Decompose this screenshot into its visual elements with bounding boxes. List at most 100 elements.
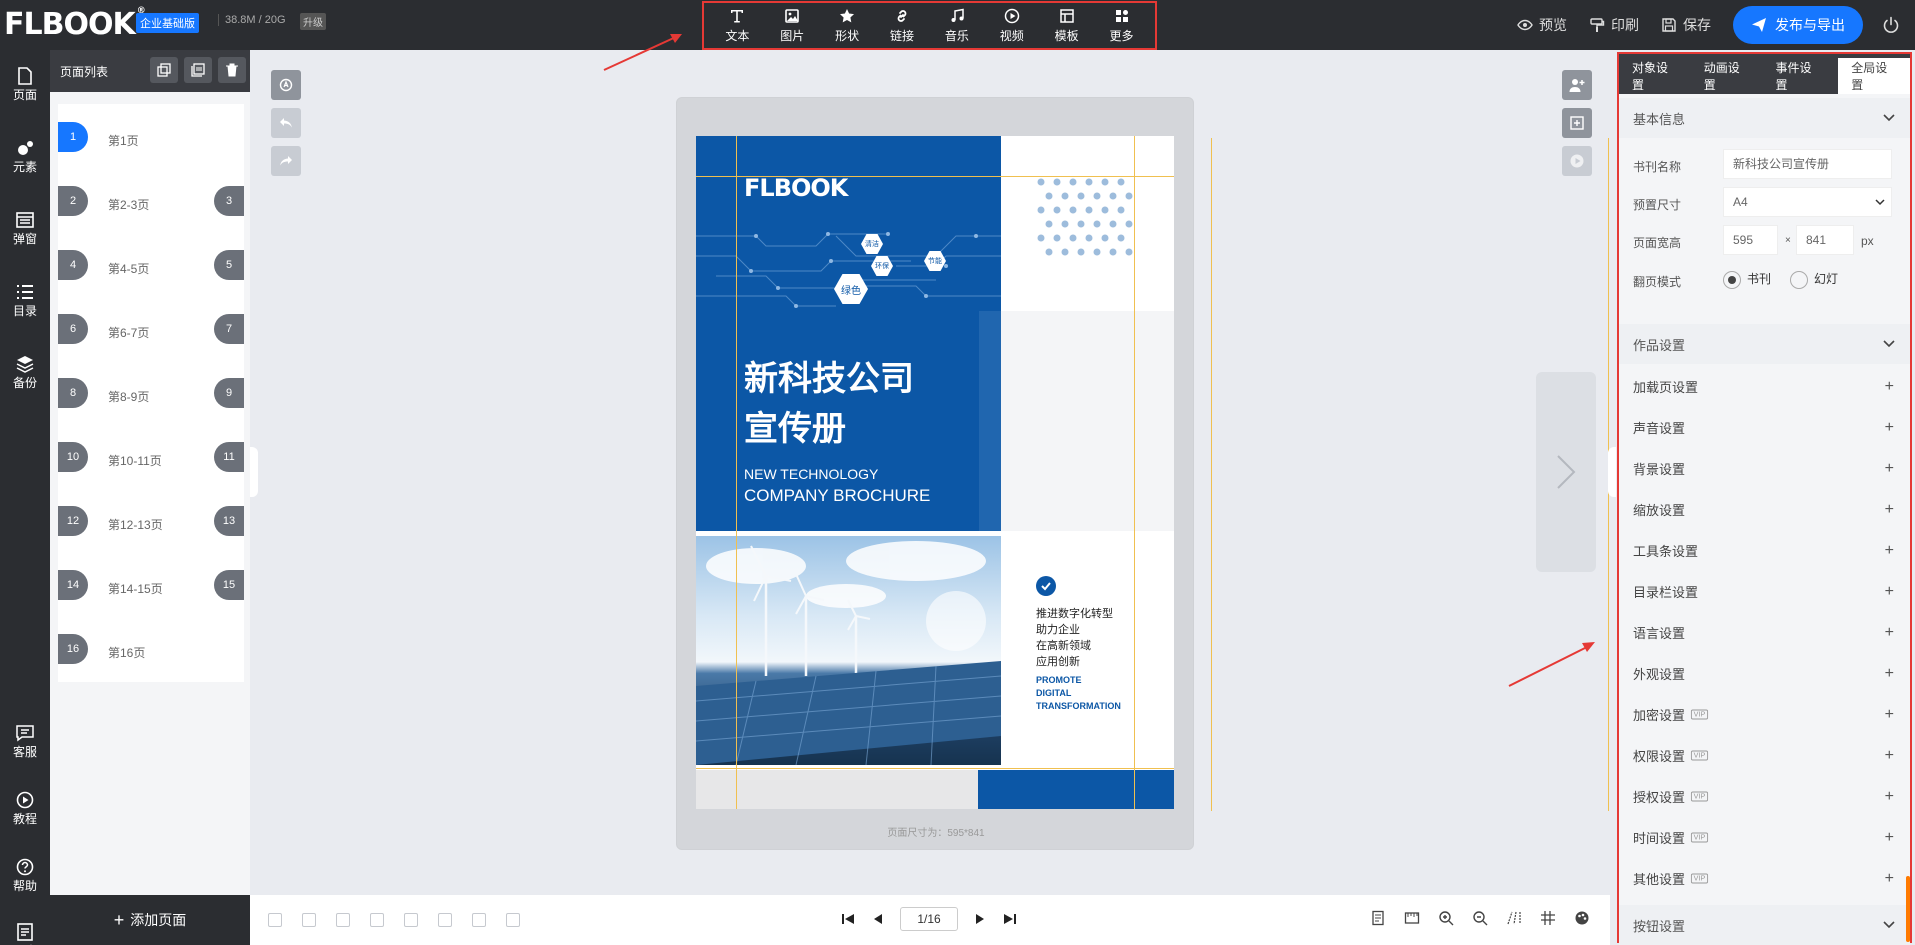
- page-settings-button[interactable]: [1562, 108, 1592, 138]
- section-work-settings[interactable]: 作品设置: [1619, 324, 1910, 364]
- tab-animation-settings[interactable]: 动画设置: [1691, 58, 1763, 94]
- page-number-input[interactable]: 1/16: [900, 907, 958, 931]
- grid-icon[interactable]: [1540, 910, 1556, 926]
- auto-layout-button[interactable]: [271, 70, 301, 100]
- tool-image[interactable]: 图片: [767, 7, 817, 44]
- zoom-in-icon[interactable]: [1438, 910, 1454, 926]
- align-top-icon[interactable]: [336, 913, 350, 927]
- tool-video[interactable]: 视频: [987, 7, 1037, 44]
- page-card-1[interactable]: 1 第1页: [58, 104, 244, 170]
- power-icon[interactable]: [1881, 15, 1901, 35]
- cover-page[interactable]: 绿色 环保 清洁 节能 FLBOOK 新科技公司 宣传册 NEW TECHNOL…: [696, 136, 1174, 809]
- first-page-icon[interactable]: [840, 911, 856, 927]
- nav-log[interactable]: 日志: [0, 912, 50, 945]
- guide-toggle-icon[interactable]: [1506, 910, 1522, 926]
- delete-page-button[interactable]: [218, 57, 246, 83]
- nav-service[interactable]: 客服: [0, 713, 50, 769]
- page-card-6-7[interactable]: 6 第6-7页 7: [58, 296, 244, 362]
- nav-popup[interactable]: 弹窗: [0, 200, 50, 256]
- book-name-input[interactable]: 新科技公司宣传册: [1723, 149, 1892, 179]
- setting-row[interactable]: 语言设置 +: [1619, 612, 1910, 653]
- list-icon: [16, 282, 34, 302]
- document-icon[interactable]: [1370, 910, 1386, 926]
- undo-button[interactable]: [271, 108, 301, 138]
- page-card-14-15[interactable]: 14 第14-15页 15: [58, 552, 244, 618]
- duplicate-page-button[interactable]: [184, 57, 212, 83]
- tab-global-settings[interactable]: 全局设置: [1838, 58, 1910, 94]
- setting-row[interactable]: 时间设置 VIP +: [1619, 817, 1910, 858]
- right-panel-collapse-handle[interactable]: [1608, 447, 1616, 497]
- plus-icon: +: [1884, 419, 1894, 436]
- tab-event-settings[interactable]: 事件设置: [1763, 58, 1835, 94]
- add-page-button[interactable]: + 添加页面: [50, 895, 250, 945]
- preset-size-select[interactable]: A4: [1723, 187, 1892, 217]
- tool-more[interactable]: 更多: [1097, 7, 1147, 44]
- setting-row[interactable]: 授权设置 VIP +: [1619, 776, 1910, 817]
- setting-row[interactable]: 权限设置 VIP +: [1619, 735, 1910, 776]
- distribute-h-icon[interactable]: [472, 913, 486, 927]
- nav-help[interactable]: 帮助: [0, 847, 50, 903]
- align-left-icon[interactable]: [268, 913, 282, 927]
- nav-tutorial[interactable]: 教程: [0, 780, 50, 836]
- nav-backup[interactable]: 备份: [0, 344, 50, 400]
- cover-title-en1: NEW TECHNOLOGY: [744, 466, 879, 482]
- nav-elements[interactable]: 元素: [0, 128, 50, 184]
- section-basic-info[interactable]: 基本信息: [1619, 98, 1910, 138]
- page-card-8-9[interactable]: 8 第8-9页 9: [58, 360, 244, 426]
- editor-canvas: 绿色 环保 清洁 节能 FLBOOK 新科技公司 宣传册 NEW TECHNOL…: [258, 50, 1610, 895]
- tool-link[interactable]: 链接: [877, 7, 927, 44]
- page-card-2-3[interactable]: 2 第2-3页 3: [58, 168, 244, 234]
- zoom-out-icon[interactable]: [1472, 910, 1488, 926]
- page-card-12-13[interactable]: 12 第12-13页 13: [58, 488, 244, 554]
- play-preview-button[interactable]: [1562, 146, 1592, 176]
- nav-pages[interactable]: 页面: [0, 56, 50, 112]
- height-input[interactable]: 841: [1796, 225, 1854, 255]
- redo-button[interactable]: [271, 146, 301, 176]
- copy-page-button[interactable]: [150, 57, 178, 83]
- setting-label: 工具条设置: [1633, 544, 1699, 559]
- save-button[interactable]: 保存: [1661, 15, 1711, 35]
- setting-row[interactable]: 其他设置 VIP +: [1619, 858, 1910, 899]
- setting-label: 其他设置: [1633, 872, 1686, 887]
- section-button-settings[interactable]: 按钮设置: [1619, 905, 1910, 945]
- align-right-icon[interactable]: [302, 913, 316, 927]
- last-page-icon[interactable]: [1002, 911, 1018, 927]
- page-card-4-5[interactable]: 4 第4-5页 5: [58, 232, 244, 298]
- setting-row[interactable]: 声音设置 +: [1619, 407, 1910, 448]
- ruler-icon[interactable]: [1404, 910, 1420, 926]
- add-collaborator-button[interactable]: [1562, 70, 1592, 100]
- width-input[interactable]: 595: [1723, 225, 1778, 255]
- setting-row[interactable]: 加载页设置 +: [1619, 366, 1910, 407]
- print-button[interactable]: 印刷: [1589, 15, 1639, 35]
- page-card-16[interactable]: 16 第16页: [58, 616, 244, 682]
- mode-book-radio[interactable]: 书刊: [1723, 270, 1771, 289]
- app-logo[interactable]: FLBOOK ®: [4, 6, 146, 42]
- align-bottom-icon[interactable]: [370, 913, 384, 927]
- tool-shape[interactable]: 形状: [822, 7, 872, 44]
- setting-row[interactable]: 背景设置 +: [1619, 448, 1910, 489]
- setting-row[interactable]: 缩放设置 +: [1619, 489, 1910, 530]
- mode-slide-radio[interactable]: 幻灯: [1790, 270, 1838, 289]
- tool-template[interactable]: 模板: [1042, 7, 1092, 44]
- page-list-collapse-handle[interactable]: [250, 447, 258, 497]
- next-page-icon[interactable]: [972, 911, 988, 927]
- align-center-h-icon[interactable]: [404, 913, 418, 927]
- page-card-10-11[interactable]: 10 第10-11页 11: [58, 424, 244, 490]
- tab-object-settings[interactable]: 对象设置: [1619, 58, 1691, 94]
- panel-scrollbar[interactable]: [1906, 876, 1910, 942]
- next-page-area[interactable]: [1536, 372, 1596, 572]
- tool-text[interactable]: 文本: [712, 7, 762, 44]
- prev-page-icon[interactable]: [870, 911, 886, 927]
- align-center-v-icon[interactable]: [438, 913, 452, 927]
- nav-toc[interactable]: 目录: [0, 272, 50, 328]
- setting-row[interactable]: 工具条设置 +: [1619, 530, 1910, 571]
- setting-row[interactable]: 目录栏设置 +: [1619, 571, 1910, 612]
- palette-icon[interactable]: [1574, 910, 1590, 926]
- publish-export-button[interactable]: 发布与导出: [1733, 6, 1863, 44]
- preview-button[interactable]: 预览: [1517, 15, 1567, 35]
- tool-music[interactable]: 音乐: [932, 7, 982, 44]
- setting-row[interactable]: 加密设置 VIP +: [1619, 694, 1910, 735]
- upgrade-button[interactable]: 升级: [300, 13, 326, 30]
- setting-row[interactable]: 外观设置 +: [1619, 653, 1910, 694]
- distribute-v-icon[interactable]: [506, 913, 520, 927]
